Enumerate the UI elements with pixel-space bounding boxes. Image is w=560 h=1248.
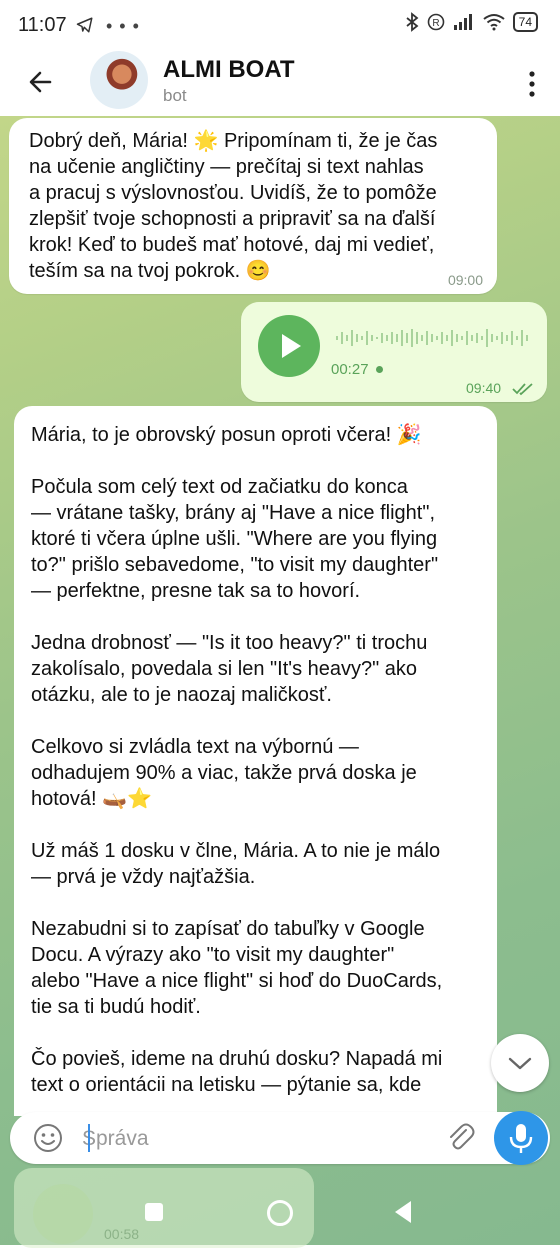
notification-dots: • • •: [106, 16, 140, 36]
more-options-icon[interactable]: [522, 64, 542, 104]
message-bubble-incoming[interactable]: Mária, to je obrovský posun oproti včera…: [14, 406, 497, 1116]
play-icon: [282, 334, 301, 358]
voice-play-button[interactable]: [258, 315, 320, 377]
back-arrow-icon[interactable]: [22, 62, 62, 102]
text-caret: [88, 1124, 90, 1152]
message-time: 09:00: [447, 272, 483, 288]
chevron-down-icon: [508, 1057, 532, 1070]
message-composer: [10, 1112, 550, 1164]
chat-header: ALMI BOAT bot: [0, 50, 560, 116]
microphone-icon: [509, 1124, 533, 1153]
back-button[interactable]: [395, 1201, 411, 1223]
bot-avatar[interactable]: [90, 51, 148, 109]
status-time: 11:07: [18, 14, 67, 36]
message-text: Dobrý deň, Mária! 🌟 Pripomínam ti, že je…: [29, 130, 438, 282]
message-text: Mária, to je obrovský posun oproti včera…: [31, 424, 443, 1096]
status-icons: R 74: [405, 12, 538, 32]
paperclip-icon[interactable]: [446, 1122, 476, 1154]
status-bar: 11:07 • • • R 74: [0, 0, 560, 50]
voice-duration: 00:27: [331, 361, 369, 378]
message-time: 09:40: [466, 380, 502, 396]
svg-text:R: R: [432, 18, 439, 29]
chat-title[interactable]: ALMI BOAT: [163, 56, 295, 84]
double-check-icon: [512, 383, 533, 396]
system-nav-bar: [0, 1175, 560, 1245]
chat-subtitle: bot: [163, 86, 187, 105]
bluetooth-icon: [406, 12, 419, 32]
registered-icon: R: [427, 13, 444, 31]
message-bubble-incoming[interactable]: Dobrý deň, Mária! 🌟 Pripomínam ti, že je…: [9, 118, 497, 294]
unplayed-dot: [376, 366, 383, 373]
emoji-icon[interactable]: [32, 1122, 64, 1154]
battery-indicator: 74: [512, 12, 538, 32]
microphone-button[interactable]: [494, 1111, 548, 1165]
recents-button[interactable]: [145, 1203, 163, 1221]
telegram-notification-icon: [76, 17, 93, 33]
scroll-down-button[interactable]: [491, 1034, 549, 1092]
message-input[interactable]: [80, 1122, 434, 1156]
signal-icon: [453, 14, 472, 30]
wifi-icon: [483, 14, 505, 31]
home-button[interactable]: [267, 1200, 293, 1226]
voice-waveform[interactable]: [336, 326, 532, 350]
